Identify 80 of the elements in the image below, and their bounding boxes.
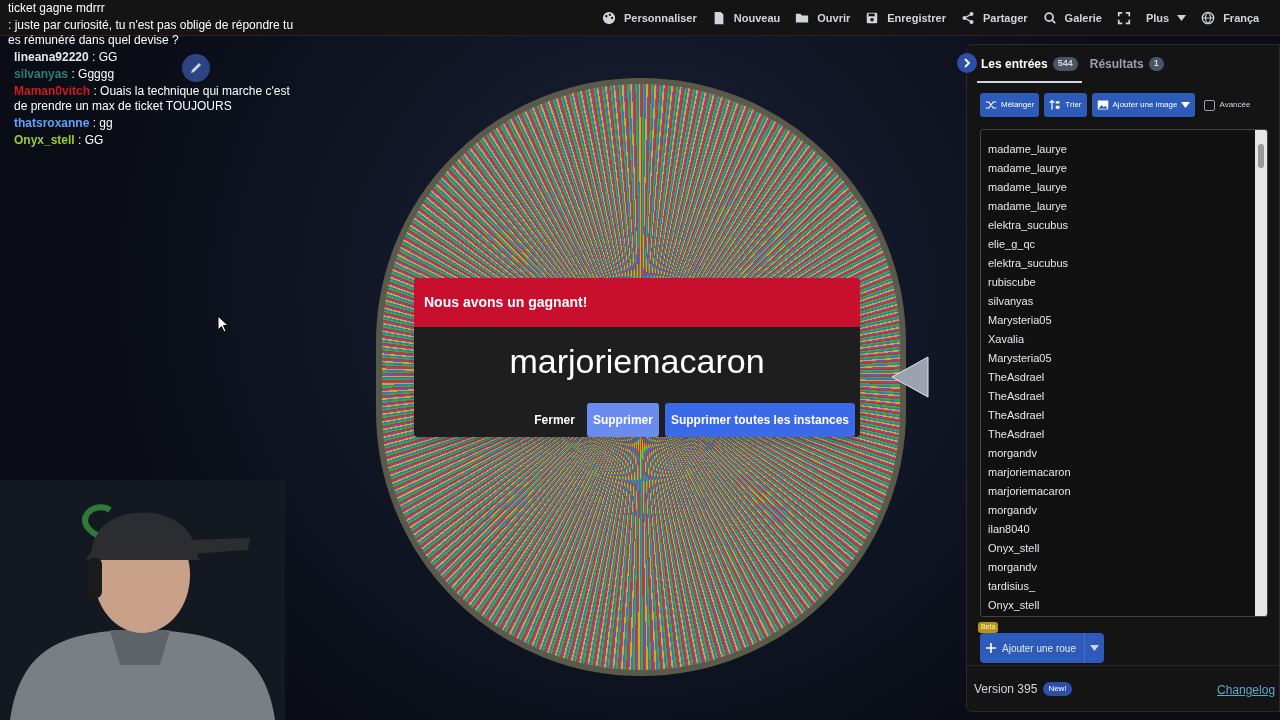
image-icon — [1096, 99, 1109, 111]
pencil-icon — [189, 61, 203, 75]
scrollbar[interactable] — [1255, 130, 1267, 616]
entry-line: madame_laurye — [988, 161, 1068, 176]
menu-button[interactable]: França — [1201, 9, 1260, 27]
globe-icon — [1201, 11, 1216, 25]
plus-icon — [986, 643, 996, 653]
shuffle-icon — [985, 99, 997, 111]
add-wheel-button[interactable]: Ajouter une roue — [980, 633, 1084, 663]
entry-line: madame_laurye — [988, 199, 1068, 214]
menu-button[interactable]: Partager — [960, 9, 1028, 27]
entry-line: morgandv — [988, 560, 1038, 575]
checkbox[interactable] — [1204, 99, 1216, 111]
caret-icon — [1089, 645, 1099, 651]
collapse-button[interactable] — [957, 53, 977, 73]
cursor-icon — [217, 315, 229, 333]
checkbox-label: Avancée — [1219, 99, 1251, 111]
entry-line: madame_laurye — [988, 180, 1068, 195]
entry-line: madame_laurye — [988, 142, 1068, 157]
menu-button[interactable]: Galerie — [1042, 9, 1102, 27]
dialog-heading: Nous avons un gagnant! — [424, 293, 588, 312]
menu-button[interactable]: Enregistrer — [865, 9, 946, 27]
toolbar-button[interactable]: Trier — [1044, 93, 1087, 117]
edit-title-button[interactable] — [182, 54, 210, 82]
version-text: Version 395 — [974, 680, 1038, 698]
sort-icon — [1049, 99, 1062, 111]
entry-line: Marysteria05 — [988, 313, 1053, 328]
entry-line: tardisius_ — [988, 579, 1037, 594]
count-badge: 544 — [1052, 57, 1078, 71]
new-badge: New! — [1043, 681, 1072, 696]
dropdown-button[interactable] — [1083, 633, 1104, 663]
caret-icon — [1181, 102, 1191, 108]
entry-line: elie_g_qc — [988, 237, 1037, 252]
entry-line: morgandv — [988, 503, 1038, 518]
entry-line: Xavalia — [988, 332, 1026, 347]
chat-message: Maman0vitch : Ouais la technique qui marche c'est de prendre un max de ticket TOUJOURS — [13, 83, 291, 115]
entry-line: rubiscube — [988, 275, 1037, 290]
changelog-link[interactable]: Changelog — [1217, 681, 1276, 699]
toolbar-button[interactable]: Mélanger — [980, 93, 1040, 117]
tab[interactable]: Résultats 1 — [1085, 47, 1168, 83]
toolbar-button[interactable]: Ajouter une image — [1091, 93, 1196, 117]
chat-message: thatsroxanne : gg — [13, 115, 113, 132]
search-icon — [1042, 11, 1057, 25]
entries-textarea[interactable] — [980, 129, 1268, 617]
menu-button[interactable]: Personnaliser — [602, 9, 697, 27]
share-icon — [960, 11, 975, 25]
entry-line: Marysteria05 — [988, 351, 1053, 366]
palette-icon — [602, 11, 616, 25]
entry-line: elektra_sucubus — [988, 218, 1070, 233]
caret-icon — [1177, 15, 1187, 21]
menu-button[interactable]: Plus — [1145, 9, 1187, 27]
entry-line: TheAsdrael — [988, 408, 1046, 423]
fullscreen-button[interactable] — [1116, 11, 1131, 25]
entry-line: TheAsdrael — [988, 427, 1046, 442]
fullscreen-icon — [1116, 11, 1131, 25]
chat-message: Onyx_stell : GG — [13, 132, 104, 149]
entry-line: marjoriemacaron — [988, 465, 1072, 480]
chat-message: : juste par curiosité, tu n'est pas obligé de répondre tu es rémunéré dans quel devise ? — [8, 17, 295, 49]
winner-name: marjoriemacaron — [508, 341, 766, 381]
entry-line: marjoriemacaron — [988, 484, 1072, 499]
chat-message: ticket gagne mdrrr — [8, 0, 105, 17]
pointer-icon — [890, 355, 930, 399]
entry-line: elektra_sucubus — [988, 256, 1070, 271]
entry-line: ilan8040 — [988, 522, 1031, 537]
menu-button[interactable]: Nouveau — [711, 9, 781, 27]
folder-icon — [795, 11, 810, 25]
count-badge: 1 — [1148, 57, 1164, 71]
menu-button[interactable]: Ouvrir — [795, 9, 851, 27]
chevron-right-icon — [963, 58, 971, 68]
tab[interactable]: Les entrées 544 — [977, 47, 1082, 83]
chat-message: lineana92220 : GG — [13, 49, 118, 66]
entry-line: silvanyas — [988, 294, 1035, 309]
delete-button[interactable]: Supprimer toutes les instances — [664, 403, 855, 437]
entry-line: Onyx_stell — [988, 541, 1041, 556]
entry-line: TheAsdrael — [988, 389, 1046, 404]
close-button[interactable]: Fermer — [528, 404, 581, 436]
chat-message: silvanyas : Ggggg — [13, 66, 115, 83]
entry-line: Onyx_stell — [988, 598, 1041, 613]
entry-line: TheAsdrael — [988, 370, 1046, 385]
entry-line: morgandv — [988, 446, 1038, 461]
